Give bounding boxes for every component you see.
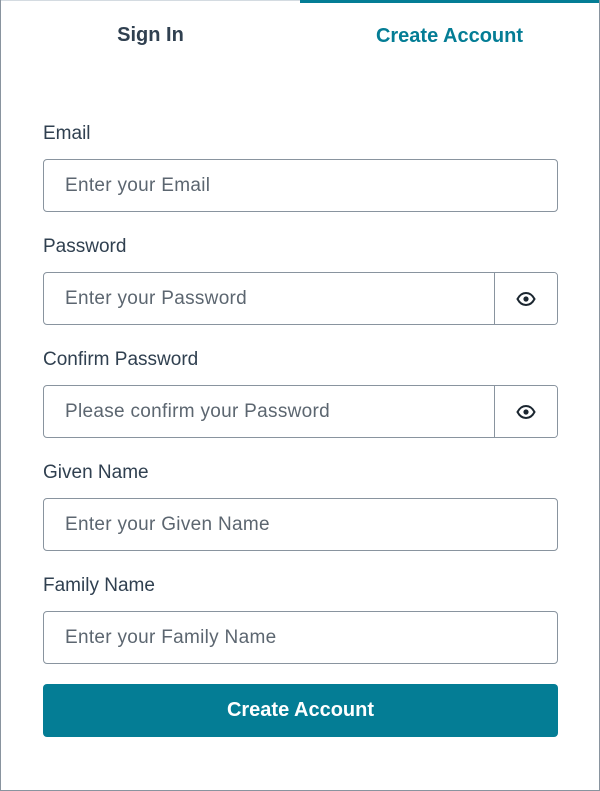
given-name-field-wrapper xyxy=(43,498,558,551)
show-confirm-password-button[interactable] xyxy=(494,386,557,437)
confirm-password-field[interactable] xyxy=(44,386,494,437)
email-field-wrapper xyxy=(43,159,558,212)
confirm-password-field-wrapper xyxy=(43,385,558,438)
create-account-button[interactable]: Create Account xyxy=(43,684,558,737)
given-name-label: Given Name xyxy=(43,462,149,483)
eye-icon xyxy=(516,404,536,419)
password-field-wrapper xyxy=(43,272,558,325)
show-password-button[interactable] xyxy=(494,273,557,324)
family-name-field-wrapper xyxy=(43,611,558,664)
family-name-field[interactable] xyxy=(44,612,557,663)
tab-create-account-label: Create Account xyxy=(375,25,524,47)
eye-icon xyxy=(516,291,536,306)
email-label: Email xyxy=(43,123,91,144)
password-label: Password xyxy=(43,236,127,257)
tab-sign-in-label: Sign In xyxy=(117,24,184,46)
tab-create-account[interactable]: Create Account xyxy=(300,0,599,70)
auth-card: Sign In Create Account Email Password Co… xyxy=(0,0,600,791)
auth-tabs: Sign In Create Account xyxy=(1,0,599,70)
given-name-field[interactable] xyxy=(44,499,557,550)
email-field[interactable] xyxy=(44,160,557,211)
family-name-label: Family Name xyxy=(43,575,155,596)
confirm-password-label: Confirm Password xyxy=(43,349,199,370)
password-field[interactable] xyxy=(44,273,494,324)
tab-sign-in[interactable]: Sign In xyxy=(1,0,300,70)
